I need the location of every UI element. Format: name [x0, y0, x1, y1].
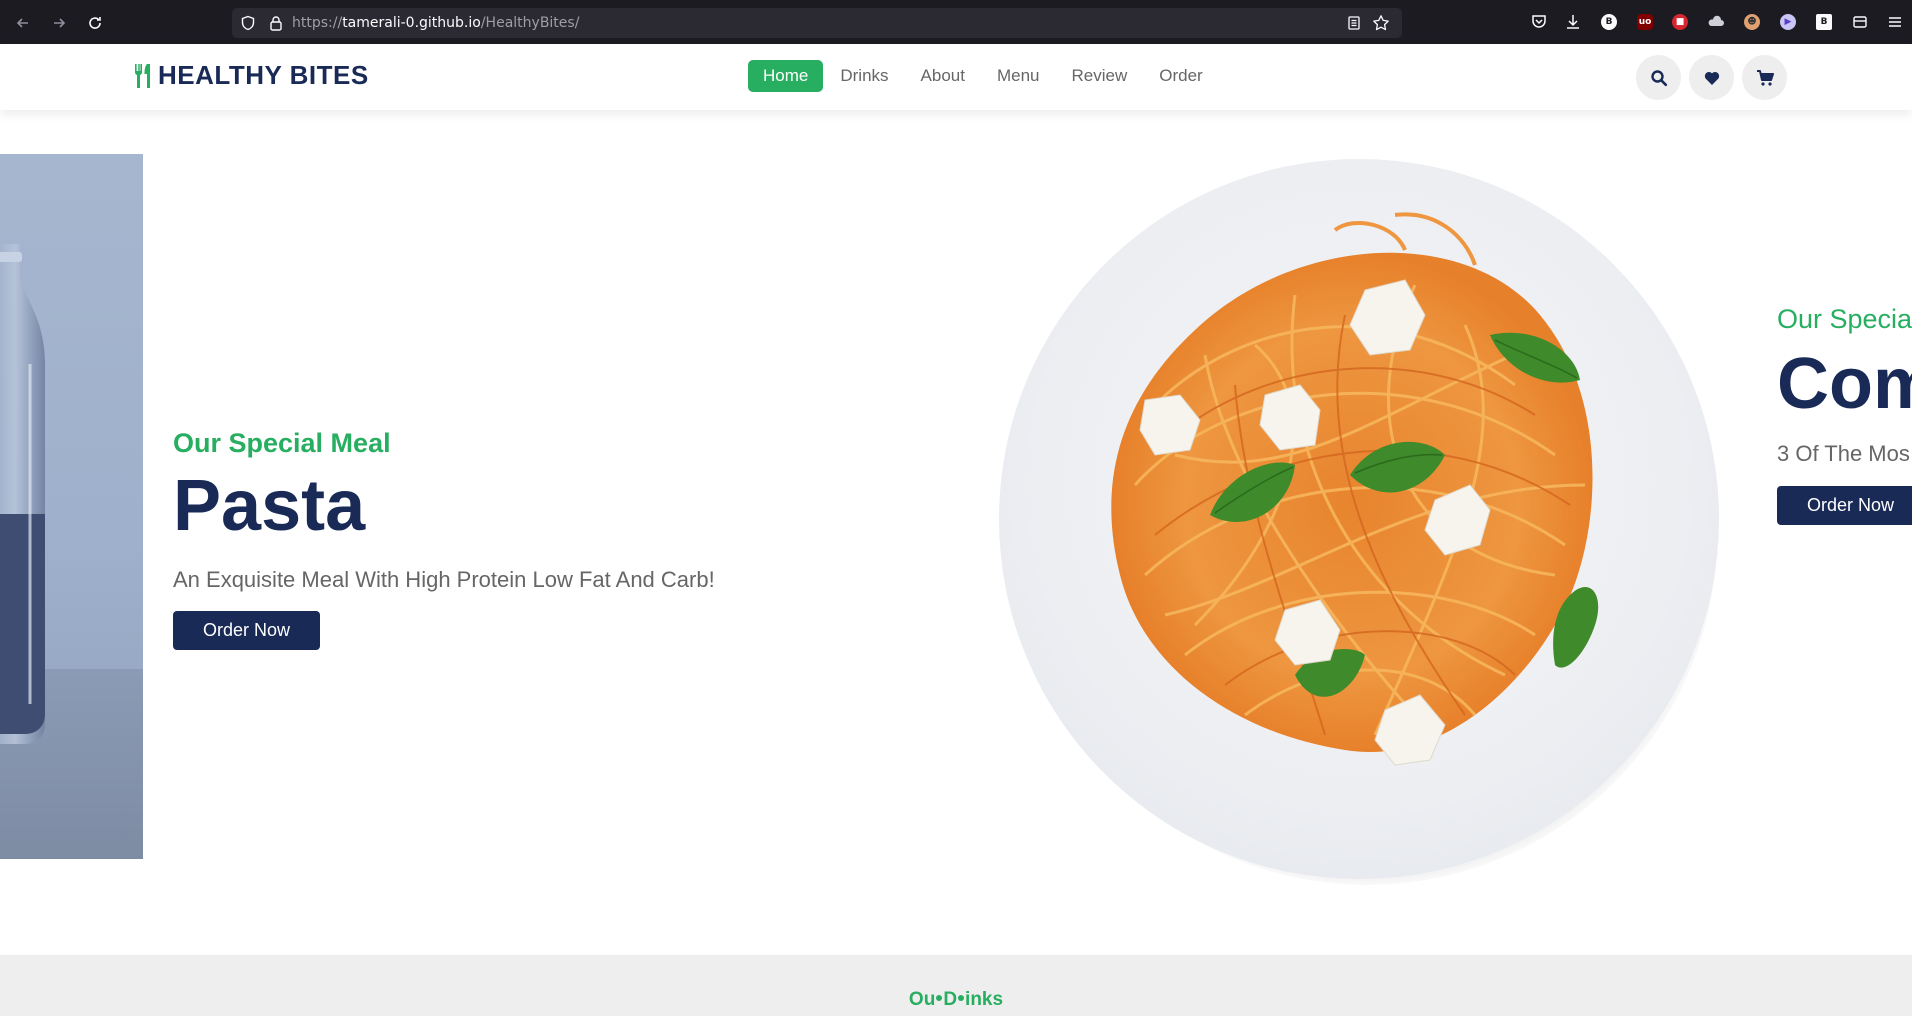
pasta-plate-image [995, 155, 1725, 885]
drinks-heading-part3: inks [965, 989, 1004, 1010]
nav-drinks[interactable]: Drinks [825, 60, 903, 92]
main-nav: Home Drinks About Menu Review Order [748, 60, 1220, 92]
download-icon[interactable] [1564, 13, 1582, 31]
header-icons [1628, 55, 1787, 100]
lock-extension-icon[interactable]: ■ [1671, 13, 1689, 31]
bookmark-star-icon[interactable] [1372, 14, 1390, 32]
ublock-icon[interactable]: uo [1636, 13, 1654, 31]
drinks-section: Ou Dinks [0, 955, 1912, 1016]
nav-order[interactable]: Order [1144, 60, 1217, 92]
face-extension-icon[interactable]: ☻ [1743, 13, 1761, 31]
reload-icon [89, 17, 101, 29]
reader-view-icon[interactable] [1346, 15, 1362, 31]
order-now-button[interactable]: Order Now [173, 610, 321, 650]
nav-about[interactable]: About [906, 60, 980, 92]
extension-b-icon[interactable]: B [1600, 13, 1618, 31]
pocket-icon[interactable] [1530, 13, 1548, 31]
bottle-image [0, 244, 45, 744]
heading-dot [958, 995, 965, 1001]
spaghetti-image [1111, 212, 1599, 766]
cart-icon [1756, 69, 1774, 86]
hero-slide-pasta: Our Special Meal Pasta An Exquisite Meal… [173, 428, 873, 650]
cart-button[interactable] [1742, 55, 1787, 100]
reload-button[interactable] [82, 10, 108, 36]
utensils-icon [134, 63, 150, 88]
heading-dot [936, 995, 943, 1001]
forward-arrow-icon [54, 18, 66, 28]
nav-home[interactable]: Home [748, 60, 824, 92]
nav-menu[interactable]: Menu [982, 60, 1055, 92]
back-arrow-icon [16, 18, 28, 28]
drinks-heading-part2: D [943, 989, 958, 1010]
search-button[interactable] [1636, 55, 1681, 100]
logo-text: HEALTHY BITES [158, 60, 369, 90]
next-slide-title: Com [1777, 344, 1912, 424]
logo[interactable]: HEALTHY BITES [132, 60, 369, 91]
next-slide-description: 3 Of The Mos [1777, 441, 1910, 466]
previous-slide-image [0, 154, 143, 859]
slide-description: An Exquisite Meal With High Protein Low … [173, 566, 715, 592]
url-host: tamerali-0.github.io [342, 15, 481, 31]
url-scheme: https:// [292, 15, 343, 31]
address-bar[interactable]: https://tamerali-0.github.io/HealthyBite… [232, 8, 1402, 38]
next-slide-order-button[interactable]: Order Now [1777, 486, 1912, 525]
forward-button[interactable] [46, 10, 72, 36]
slide-title: Pasta [173, 466, 366, 546]
back-button[interactable] [10, 10, 36, 36]
url-path: /HealthyBites/ [480, 15, 580, 31]
cloud-extension-icon[interactable] [1707, 13, 1725, 31]
search-icon [1650, 69, 1667, 86]
next-slide-subtitle: Our Special [1777, 304, 1912, 334]
drinks-section-heading: Ou Dinks [0, 989, 1912, 1011]
wishlist-button[interactable] [1689, 55, 1734, 100]
drinks-heading-part1: Ou [908, 989, 936, 1010]
heart-icon [1704, 71, 1719, 85]
nav-review[interactable]: Review [1057, 60, 1143, 92]
slide-subtitle: Our Special Meal [173, 428, 391, 458]
browser-toolbar: https://tamerali-0.github.io/HealthyBite… [0, 0, 1912, 44]
lock-icon[interactable] [268, 15, 284, 31]
shield-icon[interactable] [240, 15, 256, 31]
url-text[interactable]: https://tamerali-0.github.io/HealthyBite… [292, 15, 579, 31]
site-header: HEALTHY BITES Home Drinks About Menu Rev… [0, 44, 1912, 110]
